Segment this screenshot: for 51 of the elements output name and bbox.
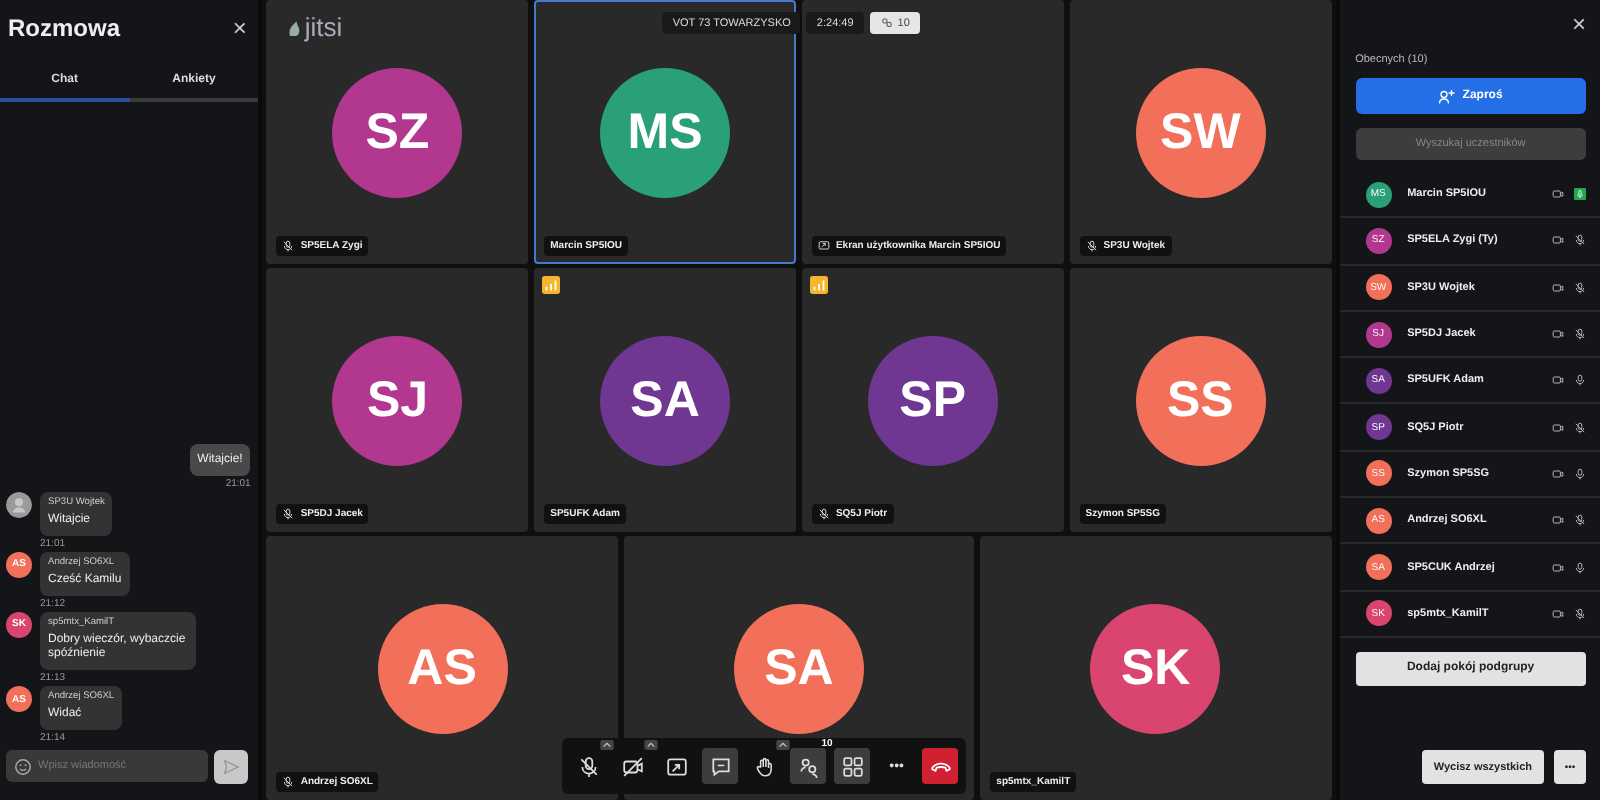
emoji-icon[interactable]: [14, 757, 32, 775]
avatar: SW: [1135, 67, 1266, 197]
close-button[interactable]: ×: [232, 16, 247, 40]
avatar: SZ: [332, 67, 463, 197]
camera-icon: [1552, 188, 1564, 201]
screen-share-icon: [665, 755, 688, 777]
send-button[interactable]: [214, 750, 249, 784]
chat-icon: [709, 755, 732, 777]
camera-icon: [1552, 234, 1564, 247]
caret-icon[interactable]: [600, 740, 615, 750]
avatar: SP: [867, 335, 998, 465]
camera-icon: [1552, 328, 1564, 341]
logo-icon: [286, 18, 303, 38]
close-button[interactable]: ×: [1571, 8, 1586, 40]
avatar: SA: [733, 603, 864, 733]
add-user-icon: [1438, 88, 1457, 104]
mic-muted-icon: [577, 755, 600, 777]
camera-icon: [1552, 281, 1564, 294]
camera-icon: [1552, 421, 1564, 434]
camera-icon: [1552, 561, 1564, 574]
camera-icon: [1552, 514, 1564, 527]
camera-icon: [1552, 467, 1564, 480]
hangup-button[interactable]: [922, 748, 959, 784]
mic-icon: [1574, 374, 1586, 387]
screen-share-icon: [817, 240, 830, 252]
caret-icon[interactable]: [644, 740, 659, 750]
avatar: AS: [377, 603, 508, 733]
participants-button[interactable]: [790, 748, 827, 784]
camera-icon: [1552, 374, 1564, 387]
camera-off-icon: [621, 755, 644, 777]
avatar: MS: [600, 67, 731, 197]
avatar: SJ: [332, 335, 463, 465]
tiles-button[interactable]: [834, 748, 871, 784]
mic-icon: [1574, 561, 1586, 574]
caret-icon[interactable]: [776, 740, 791, 750]
user-avatar-icon: [6, 492, 32, 519]
users-icon: [797, 755, 820, 777]
camera-icon: [1552, 607, 1564, 620]
chat-button[interactable]: [702, 748, 739, 784]
grid-icon: [841, 755, 864, 777]
connection-icon[interactable]: [809, 276, 828, 294]
hand-icon: [753, 755, 776, 777]
chat-title: Rozmowa: [8, 14, 121, 42]
logo: jitsi: [304, 12, 343, 42]
send-icon: [222, 758, 241, 776]
mic-icon: [1574, 467, 1586, 480]
avatar: SK: [1090, 603, 1221, 733]
avatar: SA: [600, 335, 731, 465]
connection-icon[interactable]: [542, 276, 561, 294]
avatar: SS: [1135, 335, 1266, 465]
users-icon: [879, 16, 894, 30]
